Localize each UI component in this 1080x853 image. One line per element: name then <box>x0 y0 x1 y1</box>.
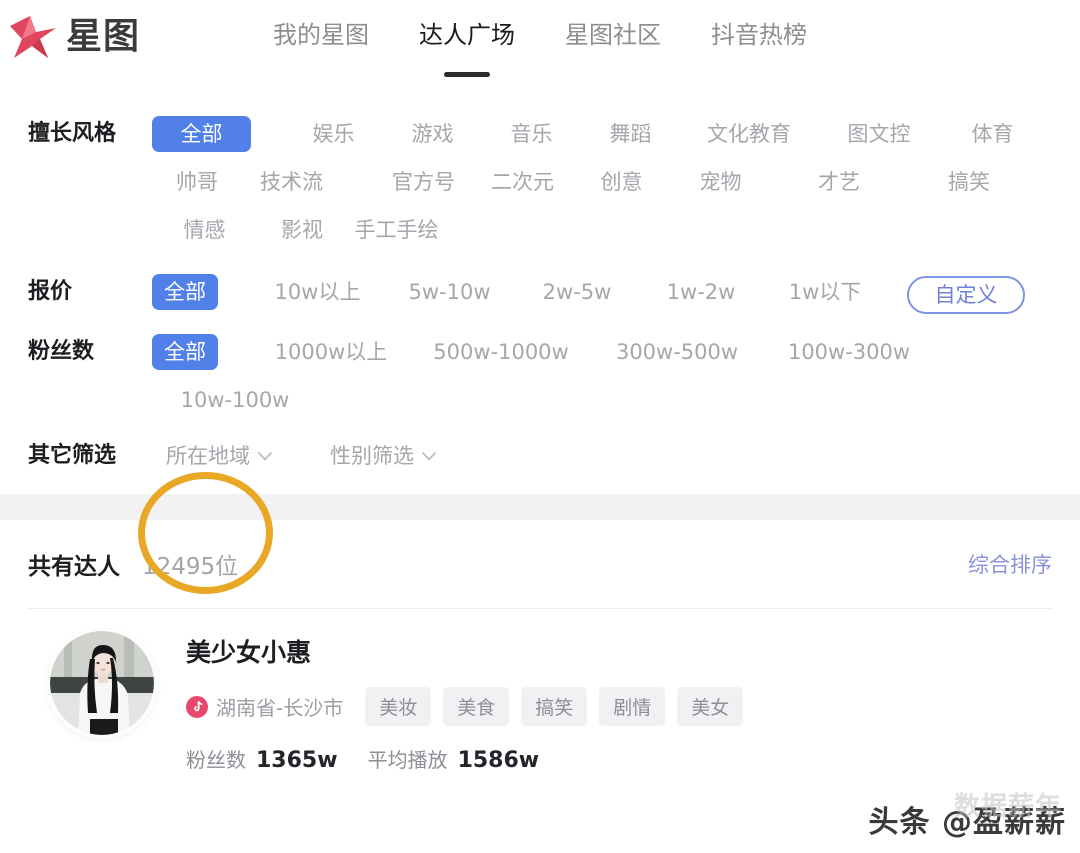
filter-option-price-1[interactable]: 10w以上 <box>251 268 384 316</box>
avatar[interactable] <box>50 631 154 735</box>
filter-option-style-14[interactable]: 才艺 <box>770 158 908 206</box>
dropdown-region[interactable]: 所在地域 <box>166 432 272 480</box>
app-header: 星图 我的星图 达人广场 星图社区 抖音热榜 <box>0 0 1080 92</box>
filter-option-style-10[interactable]: 官方号 <box>374 158 473 206</box>
stat-value-fans: 1365w <box>256 748 338 773</box>
filter-option-style-11[interactable]: 二次元 <box>473 158 572 206</box>
filter-option-style-1[interactable]: 娱乐 <box>284 110 383 158</box>
star-logo-icon <box>10 16 56 58</box>
filter-options-style: 全部 娱乐 游戏 音乐 舞蹈 文化教育 图文控 体育 帅哥 技术流 官方号 二次… <box>152 110 1052 254</box>
filter-option-style-6[interactable]: 图文控 <box>818 110 940 158</box>
creator-stats-row: 粉丝数 1365w 平均播放 1586w <box>186 744 1052 773</box>
filter-option-style-8[interactable]: 帅哥 <box>152 158 242 206</box>
filter-options-other: 所在地域 性别筛选 <box>152 432 1052 480</box>
nav-item-douyin-hot[interactable]: 抖音热榜 <box>686 18 832 52</box>
nav-item-my-xingtu[interactable]: 我的星图 <box>248 18 394 52</box>
creator-tag-4[interactable]: 美女 <box>677 687 744 726</box>
filter-label-fans: 粉丝数 <box>28 339 95 364</box>
filter-option-fans-5[interactable]: 10w-100w <box>152 376 318 424</box>
creator-name: 美少女小惠 <box>186 638 312 667</box>
filter-row-style: 擅长风格 全部 娱乐 游戏 音乐 舞蹈 文化教育 图文控 体育 帅哥 技术流 官… <box>0 110 1080 254</box>
filter-option-style-9[interactable]: 技术流 <box>242 158 341 206</box>
results-title: 共有达人 <box>28 554 120 580</box>
dropdown-gender-label: 性别筛选 <box>330 444 414 468</box>
creator-tag-0[interactable]: 美妆 <box>365 687 432 726</box>
douyin-icon <box>186 695 208 718</box>
filter-option-price-all[interactable]: 全部 <box>152 274 218 310</box>
filter-option-style-7[interactable]: 体育 <box>940 110 1045 158</box>
filter-option-style-17[interactable]: 影视 <box>257 206 347 254</box>
stat-label-fans: 粉丝数 <box>186 748 246 772</box>
brand-logo[interactable]: 星图 <box>8 12 140 62</box>
sort-link[interactable]: 综合排序 <box>968 549 1052 579</box>
filter-row-other: 其它筛选 所在地域 性别筛选 <box>0 432 1080 484</box>
nav-label: 星图社区 <box>565 21 662 49</box>
filter-option-fans-1[interactable]: 1000w以上 <box>251 328 411 376</box>
filter-options-price: 全部 10w以上 5w-10w 2w-5w 1w-2w 1w以下 自定义 <box>152 268 1052 316</box>
filter-row-fans: 粉丝数 全部 1000w以上 500w-1000w 300w-500w 100w… <box>0 328 1080 424</box>
filter-label-style: 擅长风格 <box>28 121 117 146</box>
creator-tag-3[interactable]: 剧情 <box>599 687 666 726</box>
filter-option-style-3[interactable]: 音乐 <box>482 110 581 158</box>
nav-item-community[interactable]: 星图社区 <box>540 18 686 52</box>
page-root: 星图 我的星图 达人广场 星图社区 抖音热榜 擅长风格 全部 娱乐 游戏 音乐 … <box>0 0 1080 853</box>
active-tab-indicator <box>444 72 491 77</box>
creator-info: 美少女小惠 湖南省-长沙市 美妆 美食 搞笑 剧情 美女 粉丝数 1365w 平… <box>186 631 1052 773</box>
filter-row-price: 报价 全部 10w以上 5w-10w 2w-5w 1w-2w 1w以下 自定义 <box>0 268 1080 320</box>
filter-options-fans: 全部 1000w以上 500w-1000w 300w-500w 100w-300… <box>152 328 1052 424</box>
watermark-ghost-text: 数据薪年 <box>953 792 1062 822</box>
main-nav: 我的星图 达人广场 星图社区 抖音热榜 <box>248 12 832 77</box>
nav-item-creator-plaza[interactable]: 达人广场 <box>394 18 540 77</box>
filter-option-style-13[interactable]: 宠物 <box>671 158 770 206</box>
nav-label: 达人广场 <box>419 21 516 49</box>
filter-option-price-4[interactable]: 1w-2w <box>639 268 763 316</box>
results-count: 12495位 <box>142 554 239 580</box>
creator-meta-row: 湖南省-长沙市 美妆 美食 搞笑 剧情 美女 <box>186 687 1052 726</box>
filter-option-fans-3[interactable]: 300w-500w <box>591 328 763 376</box>
creator-tag-1[interactable]: 美食 <box>443 687 510 726</box>
filter-option-style-16[interactable]: 情感 <box>152 206 257 254</box>
filter-option-style-all[interactable]: 全部 <box>152 116 251 152</box>
filter-option-fans-all[interactable]: 全部 <box>152 334 218 370</box>
filter-option-price-3[interactable]: 2w-5w <box>515 268 639 316</box>
nav-label: 我的星图 <box>273 21 370 49</box>
filter-option-price-custom[interactable]: 自定义 <box>907 275 1025 314</box>
brand-name: 星图 <box>66 16 141 57</box>
filter-option-fans-2[interactable]: 500w-1000w <box>411 328 591 376</box>
filter-option-style-18[interactable]: 手工手绘 <box>347 206 446 254</box>
filter-option-style-2[interactable]: 游戏 <box>383 110 482 158</box>
filter-option-price-5[interactable]: 1w以下 <box>763 268 887 316</box>
results-summary-bar: 共有达人 12495位 综合排序 <box>0 472 1080 608</box>
creator-avatar <box>50 631 154 735</box>
section-separator <box>0 494 1080 520</box>
watermark: 数据薪年 头条 @盈薪薪 <box>868 792 1066 841</box>
filter-option-fans-4[interactable]: 100w-300w <box>763 328 935 376</box>
watermark-text: 头条 @盈薪薪 <box>868 805 1066 840</box>
dropdown-region-label: 所在地域 <box>166 444 250 468</box>
chevron-down-icon <box>422 451 436 461</box>
filter-option-style-15[interactable]: 搞笑 <box>908 158 1030 206</box>
creator-location: 湖南省-长沙市 <box>216 696 344 720</box>
filter-label-price: 报价 <box>28 279 73 304</box>
filter-option-price-2[interactable]: 5w-10w <box>384 268 515 316</box>
stat-label-avg-views: 平均播放 <box>367 748 448 772</box>
nav-label: 抖音热榜 <box>711 21 808 49</box>
filter-panel: 擅长风格 全部 娱乐 游戏 音乐 舞蹈 文化教育 图文控 体育 帅哥 技术流 官… <box>0 92 1080 494</box>
stat-value-avg-views: 1586w <box>457 748 540 773</box>
filter-label-other: 其它筛选 <box>28 443 117 468</box>
creator-card[interactable]: 美少女小惠 湖南省-长沙市 美妆 美食 搞笑 剧情 美女 粉丝数 1365w 平… <box>0 609 1080 773</box>
creator-tag-2[interactable]: 搞笑 <box>521 687 588 726</box>
filter-option-style-5[interactable]: 文化教育 <box>680 110 818 158</box>
filter-option-style-12[interactable]: 创意 <box>572 158 671 206</box>
dropdown-gender[interactable]: 性别筛选 <box>330 432 436 480</box>
filter-option-style-4[interactable]: 舞蹈 <box>581 110 680 158</box>
chevron-down-icon <box>258 451 272 461</box>
